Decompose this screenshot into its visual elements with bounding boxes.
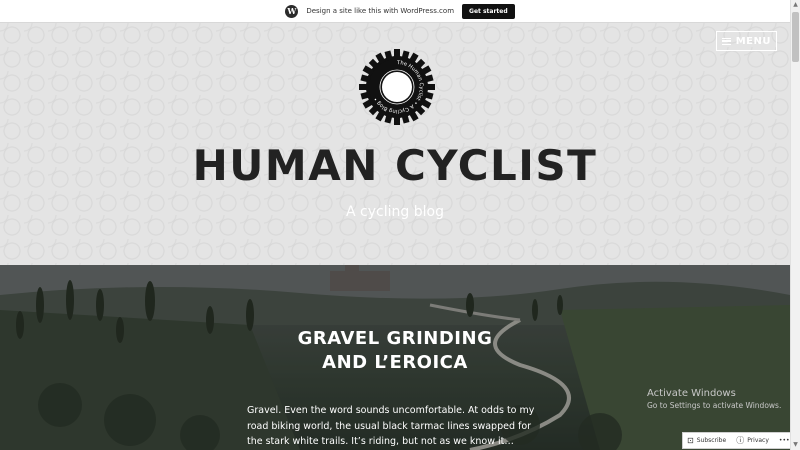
menu-label: MENU bbox=[735, 35, 771, 47]
site-title[interactable]: HUMAN CYCLIST bbox=[0, 141, 790, 190]
post-excerpt: Gravel. Even the word sounds uncomfortab… bbox=[247, 405, 535, 447]
post-title-line1[interactable]: GRAVEL GRINDING bbox=[0, 327, 790, 351]
menu-button[interactable]: MENU bbox=[715, 31, 777, 51]
more-button[interactable]: ••• bbox=[779, 437, 790, 444]
subscribe-label: Subscribe bbox=[696, 437, 727, 444]
scroll-thumb[interactable] bbox=[792, 12, 799, 62]
promo-text[interactable]: Design a site like this with WordPress.c… bbox=[306, 7, 454, 15]
subscribe-icon: ⊡ bbox=[687, 436, 694, 445]
windows-activation-watermark: Activate Windows Go to Settings to activ… bbox=[647, 388, 781, 410]
wordpress-icon[interactable]: W bbox=[285, 4, 299, 18]
hamburger-icon bbox=[721, 37, 731, 45]
scroll-down-icon[interactable]: ▼ bbox=[791, 440, 800, 450]
get-started-button[interactable]: Get started bbox=[462, 3, 515, 19]
watermark-line1: Activate Windows bbox=[647, 388, 736, 399]
featured-post[interactable]: GRAVEL GRINDING AND L’EROICA Gravel. Eve… bbox=[0, 265, 790, 450]
wordpress-promo-bar: W Design a site like this with WordPress… bbox=[0, 0, 800, 23]
scrollbar[interactable]: ▲ ▼ bbox=[790, 0, 800, 450]
privacy-button[interactable]: ⓘ Privacy bbox=[736, 435, 769, 446]
privacy-label: Privacy bbox=[747, 437, 769, 444]
cog-logo[interactable]: The Human Cyclist • A Cycling Blog • bbox=[357, 47, 437, 127]
post-title-line2[interactable]: AND L’EROICA bbox=[0, 351, 790, 375]
site-header: MENU The Human Cyclist • A Cycling Blog … bbox=[0, 23, 790, 265]
action-bar: ⊡ Subscribe ⓘ Privacy ••• bbox=[682, 432, 795, 449]
post-title[interactable]: GRAVEL GRINDING AND L’EROICA bbox=[0, 327, 790, 375]
more-icon: ••• bbox=[778, 437, 790, 444]
info-icon: ⓘ bbox=[736, 436, 745, 445]
subscribe-button[interactable]: ⊡ Subscribe bbox=[687, 436, 726, 445]
site-tagline: A cycling blog bbox=[346, 204, 444, 220]
scroll-up-icon[interactable]: ▲ bbox=[791, 0, 800, 10]
watermark-line2: Go to Settings to activate Windows. bbox=[647, 401, 782, 410]
